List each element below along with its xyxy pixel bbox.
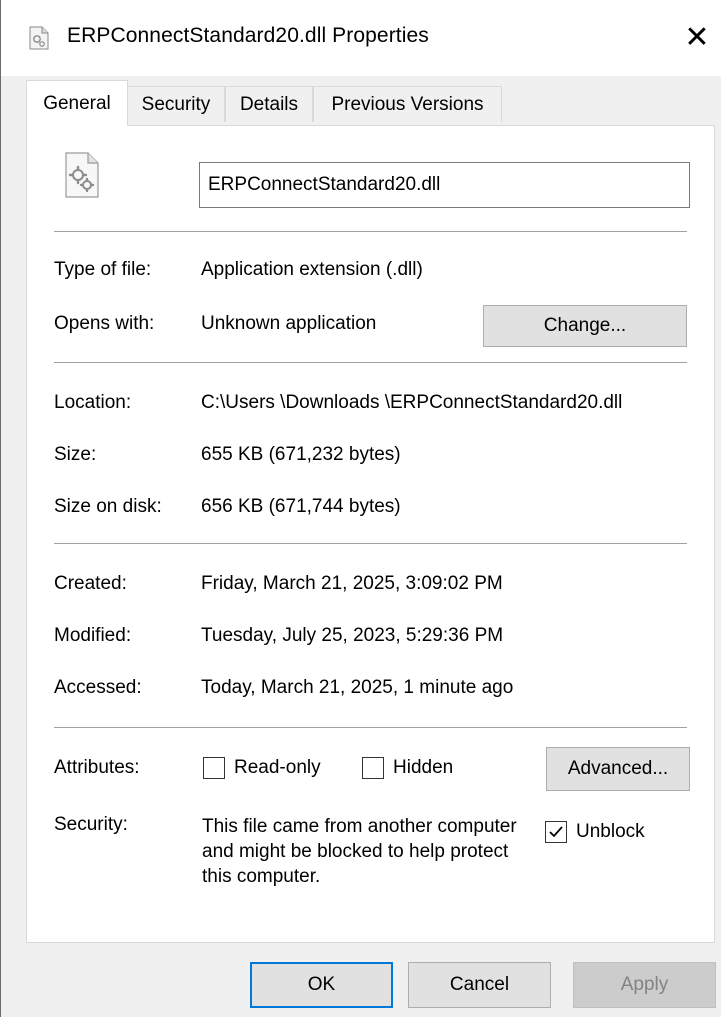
dll-file-icon bbox=[29, 26, 49, 50]
opens-with-label: Opens with: bbox=[54, 313, 155, 334]
apply-button[interactable]: Apply bbox=[573, 962, 716, 1008]
type-of-file-label: Type of file: bbox=[54, 259, 152, 280]
change-button[interactable]: Change... bbox=[483, 305, 687, 347]
accessed-label: Accessed: bbox=[54, 677, 142, 698]
size-on-disk-value: 656 KB (671,744 bytes) bbox=[201, 496, 401, 517]
read-only-checkbox[interactable]: Read-only bbox=[203, 757, 321, 779]
hidden-label: Hidden bbox=[393, 757, 454, 778]
window-title: ERPConnectStandard20.dll Properties bbox=[67, 24, 429, 47]
hidden-checkbox-box[interactable] bbox=[362, 757, 384, 779]
cancel-button[interactable]: Cancel bbox=[408, 962, 551, 1008]
unblock-checkbox[interactable]: Unblock bbox=[545, 821, 645, 843]
close-icon[interactable]: ✕ bbox=[677, 18, 717, 58]
hidden-checkbox[interactable]: Hidden bbox=[362, 757, 453, 779]
separator bbox=[54, 231, 687, 232]
tab-strip: General Security Details Previous Versio… bbox=[1, 76, 721, 126]
security-label: Security: bbox=[54, 814, 128, 835]
size-label: Size: bbox=[54, 444, 97, 465]
attributes-label: Attributes: bbox=[54, 757, 140, 778]
tab-previous-versions[interactable]: Previous Versions bbox=[313, 86, 502, 122]
separator bbox=[54, 362, 687, 363]
size-value: 655 KB (671,232 bytes) bbox=[201, 444, 401, 465]
separator bbox=[54, 727, 687, 728]
accessed-value: Today, March 21, 2025, 1 minute ago bbox=[201, 677, 514, 698]
modified-value: Tuesday, July 25, 2023, 5:29:36 PM bbox=[201, 625, 504, 646]
ok-button[interactable]: OK bbox=[250, 962, 393, 1008]
created-value: Friday, March 21, 2025, 3:09:02 PM bbox=[201, 573, 503, 594]
size-on-disk-label: Size on disk: bbox=[54, 496, 162, 517]
unblock-label: Unblock bbox=[576, 821, 645, 842]
created-label: Created: bbox=[54, 573, 127, 594]
general-panel: Type of file: Application extension (.dl… bbox=[26, 125, 715, 943]
tab-general[interactable]: General bbox=[26, 80, 128, 126]
read-only-label: Read-only bbox=[234, 757, 321, 778]
unblock-checkbox-box[interactable] bbox=[545, 821, 567, 843]
read-only-checkbox-box[interactable] bbox=[203, 757, 225, 779]
advanced-button[interactable]: Advanced... bbox=[546, 747, 690, 791]
tab-details[interactable]: Details bbox=[225, 86, 313, 122]
opens-with-value: Unknown application bbox=[201, 313, 377, 334]
location-label: Location: bbox=[54, 392, 132, 413]
title-bar: ERPConnectStandard20.dll Properties ✕ bbox=[1, 0, 721, 76]
security-message: This file came from another computer and… bbox=[202, 816, 517, 887]
tab-security[interactable]: Security bbox=[127, 86, 225, 122]
properties-dialog: ERPConnectStandard20.dll Properties ✕ Ge… bbox=[0, 0, 721, 1017]
file-name-field[interactable] bbox=[199, 162, 690, 208]
checkmark-icon bbox=[549, 826, 563, 838]
modified-label: Modified: bbox=[54, 625, 132, 646]
separator bbox=[54, 543, 687, 544]
type-of-file-value: Application extension (.dll) bbox=[201, 259, 423, 280]
dll-file-gears-icon bbox=[64, 151, 100, 199]
location-value: C:\Users \Downloads \ERPConnectStandard2… bbox=[201, 392, 623, 413]
